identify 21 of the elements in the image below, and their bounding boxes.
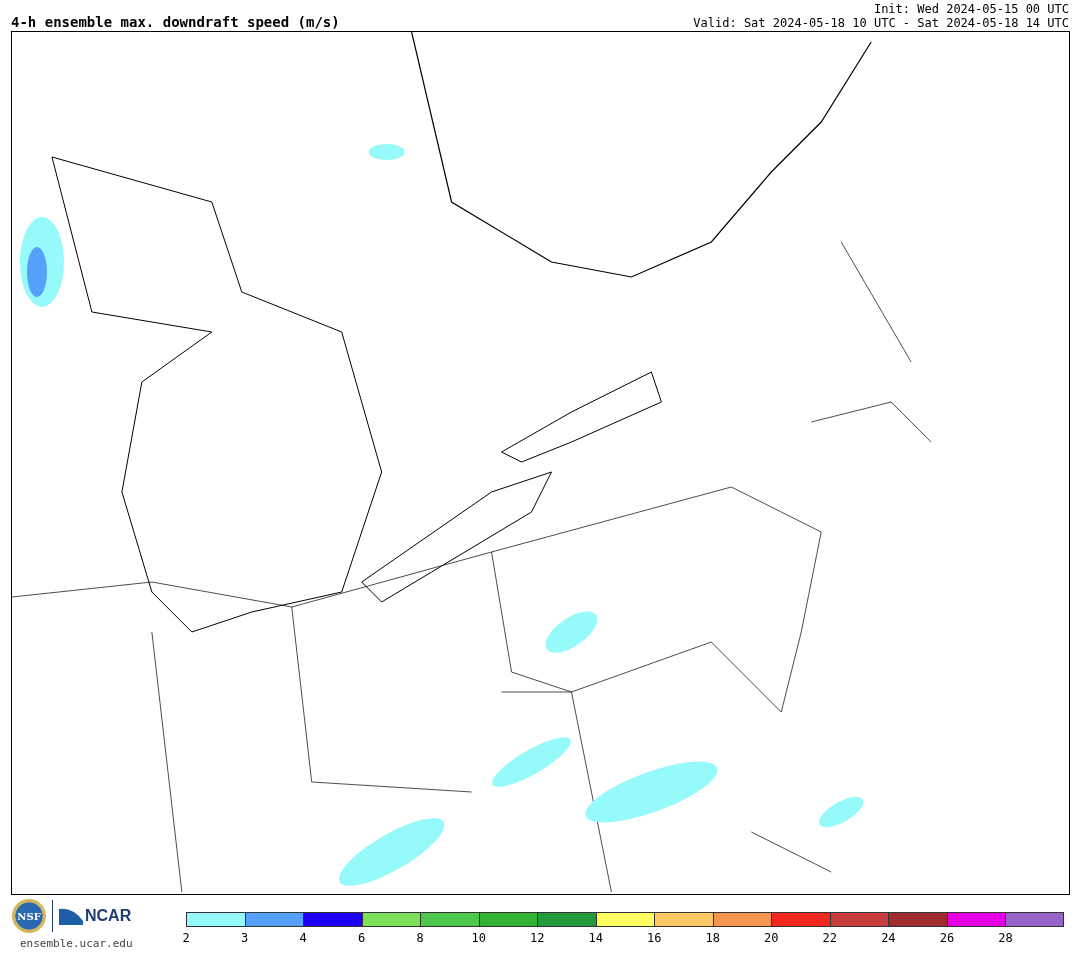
- tick-label: 14: [588, 931, 603, 945]
- tick-label: 22: [822, 931, 838, 945]
- nsf-logo: NSF: [12, 899, 46, 933]
- tick-label: 18: [705, 931, 720, 945]
- tick-label: 8: [416, 931, 424, 945]
- tick-label: 26: [939, 931, 955, 945]
- tick-label: 2: [182, 931, 190, 945]
- tick-label: 10: [471, 931, 486, 945]
- site-url: ensemble.ucar.edu: [20, 937, 133, 950]
- tick-label: 3: [240, 931, 249, 945]
- tick-label: 4: [299, 931, 307, 945]
- chart-title: 4-h ensemble max. downdraft speed (m/s): [11, 14, 340, 30]
- init-time: Init: Wed 2024-05-15 00 UTC: [873, 2, 1069, 16]
- tick-label: 16: [647, 931, 662, 945]
- tick-label: 20: [764, 931, 779, 945]
- tick-label: 24: [881, 931, 896, 945]
- valid-time: Valid: Sat 2024-05-18 10 UTC - Sat 2024-05-18 14 UTC: [693, 16, 1069, 30]
- tick-label: 28: [998, 931, 1013, 945]
- tick-label: 6: [358, 931, 366, 945]
- ncar-logo: NCAR: [59, 907, 132, 925]
- tick-label: 12: [529, 931, 545, 945]
